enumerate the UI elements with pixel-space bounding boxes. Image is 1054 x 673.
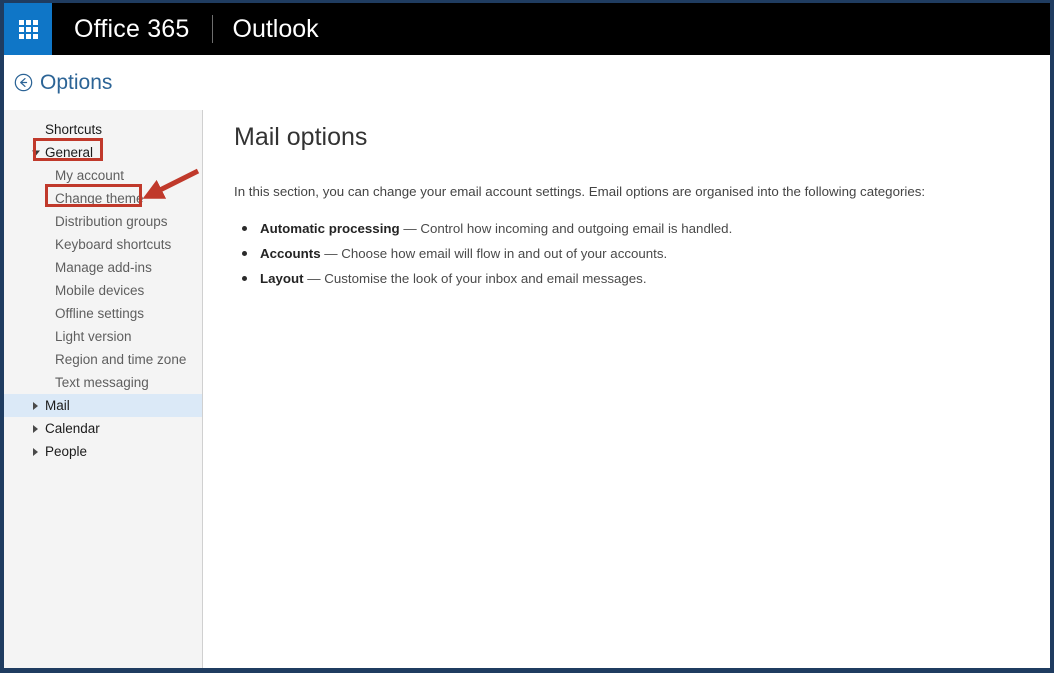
category-term: Accounts [260, 246, 321, 261]
sidebar-item-keyboard-shortcuts[interactable]: Keyboard shortcuts [4, 233, 202, 256]
sidebar-item-label: My account [55, 168, 124, 183]
application-window: Office 365 Outlook Options Shortcuts Gene… [0, 0, 1054, 673]
sidebar-item-light-version[interactable]: Light version [4, 325, 202, 348]
sidebar-item-people[interactable]: People [4, 440, 202, 463]
category-list-item: Accounts — Choose how email will flow in… [234, 241, 1020, 266]
sidebar-item-label: Manage add-ins [55, 260, 152, 275]
sidebar-item-shortcuts[interactable]: Shortcuts [4, 118, 202, 141]
sidebar-item-my-account[interactable]: My account [4, 164, 202, 187]
sidebar-item-label: General [45, 145, 93, 160]
chevron-right-icon [33, 402, 38, 410]
chevron-right-icon [33, 448, 38, 456]
sidebar-item-label: Mail [45, 398, 70, 413]
category-list-item: Layout — Customise the look of your inbo… [234, 266, 1020, 291]
sidebar-item-change-theme[interactable]: Change theme [4, 187, 202, 210]
category-dash: — [321, 246, 342, 261]
chevron-right-icon [33, 425, 38, 433]
sidebar-item-mobile-devices[interactable]: Mobile devices [4, 279, 202, 302]
category-list-item: Automatic processing — Control how incom… [234, 216, 1020, 241]
office-365-brand[interactable]: Office 365 [52, 3, 212, 55]
page-body: Shortcuts General My account Change theme Di… [4, 110, 1050, 668]
sidebar-item-label: Offline settings [55, 306, 144, 321]
mail-options-intro: In this section, you can change your ema… [234, 182, 1020, 202]
options-header: Options [4, 55, 1050, 110]
office-suite-bar: Office 365 Outlook [4, 3, 1050, 55]
sidebar-item-general[interactable]: General [4, 141, 202, 164]
waffle-grid-icon [19, 20, 38, 39]
sidebar-item-label: Text messaging [55, 375, 149, 390]
back-arrow-circle-icon [14, 73, 33, 92]
sidebar-item-label: Light version [55, 329, 132, 344]
sidebar-item-label: Region and time zone [55, 352, 186, 367]
category-term: Layout [260, 271, 304, 286]
chevron-down-icon [32, 150, 40, 155]
sidebar-item-label: Change theme [55, 191, 144, 206]
sidebar-item-label: Keyboard shortcuts [55, 237, 171, 252]
mail-options-heading: Mail options [234, 122, 1020, 152]
sidebar-item-text-messaging[interactable]: Text messaging [4, 371, 202, 394]
sidebar-item-offline-settings[interactable]: Offline settings [4, 302, 202, 325]
app-launcher-button[interactable] [4, 3, 52, 55]
mail-options-category-list: Automatic processing — Control how incom… [234, 216, 1020, 291]
sidebar-item-region-and-time-zone[interactable]: Region and time zone [4, 348, 202, 371]
sidebar-item-label: Shortcuts [45, 122, 102, 137]
category-description: Choose how email will flow in and out of… [341, 246, 667, 261]
sidebar-item-calendar[interactable]: Calendar [4, 417, 202, 440]
back-to-mail-link[interactable]: Options [14, 72, 112, 93]
category-dash: — [400, 221, 421, 236]
sidebar-item-label: People [45, 444, 87, 459]
sidebar-item-label: Calendar [45, 421, 100, 436]
options-sidebar: Shortcuts General My account Change theme Di… [4, 110, 203, 668]
category-term: Automatic processing [260, 221, 400, 236]
sidebar-item-manage-add-ins[interactable]: Manage add-ins [4, 256, 202, 279]
options-nav-list: Shortcuts General My account Change theme Di… [4, 118, 202, 463]
main-content: Mail options In this section, you can ch… [203, 110, 1050, 668]
sidebar-item-label: Mobile devices [55, 283, 144, 298]
sidebar-item-mail[interactable]: Mail [4, 394, 202, 417]
category-dash: — [304, 271, 325, 286]
sidebar-item-distribution-groups[interactable]: Distribution groups [4, 210, 202, 233]
category-description: Customise the look of your inbox and ema… [324, 271, 646, 286]
page-title: Options [40, 72, 112, 93]
outlook-app-name[interactable]: Outlook [213, 3, 339, 55]
category-description: Control how incoming and outgoing email … [420, 221, 732, 236]
sidebar-item-label: Distribution groups [55, 214, 168, 229]
